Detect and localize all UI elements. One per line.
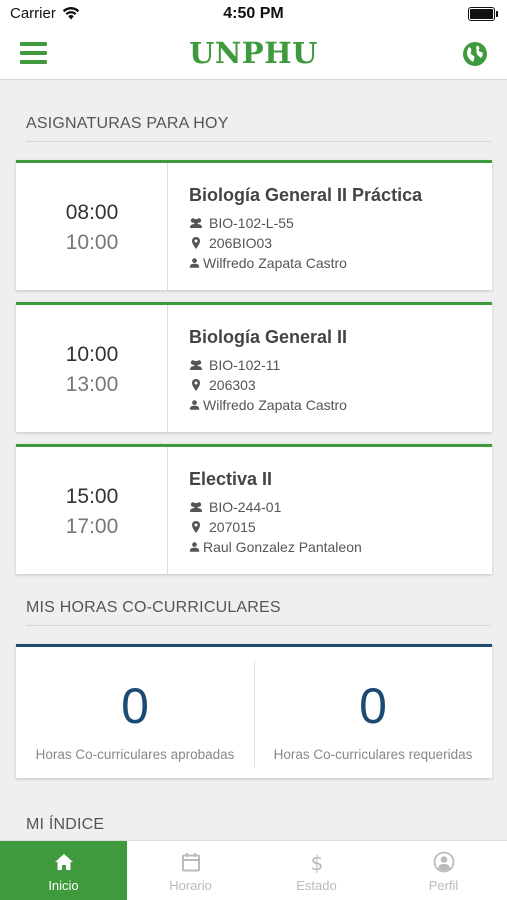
cocurricular-required: 0 Horas Co-curriculares requeridas — [254, 647, 492, 778]
course-start-time: 08:00 — [65, 201, 119, 224]
cocurricular-card: 0 Horas Co-curriculares aprobadas 0 Hora… — [16, 644, 492, 778]
course-info: Electiva II BIO-244-01 207015 Raul Gonza… — [189, 447, 486, 574]
course-name: Biología General II — [189, 327, 348, 347]
course-room: 206BIO03 — [209, 235, 273, 251]
approved-hours-label: Horas Co-curriculares aprobadas — [35, 747, 235, 762]
course-professor: Raul Gonzalez Pantaleon — [203, 539, 362, 555]
section-header-index: MI ÍNDICE — [26, 816, 105, 833]
course-room: 207015 — [209, 519, 256, 535]
course-professor-row: Wilfredo Zapata Castro — [189, 396, 347, 414]
course-room-row: 206303 — [189, 376, 256, 394]
tab-label: Estado — [296, 878, 337, 893]
course-professor: Wilfredo Zapata Castro — [203, 397, 347, 413]
course-professor-row: Wilfredo Zapata Castro — [189, 254, 347, 272]
map-marker-icon — [192, 379, 200, 391]
user-icon — [189, 400, 200, 410]
course-group-row: BIO-102-L-55 — [189, 214, 294, 232]
users-icon — [190, 502, 202, 512]
calendar-icon — [181, 853, 200, 872]
course-room-row: 206BIO03 — [189, 234, 272, 252]
course-card[interactable]: 15:00 17:00 Electiva II BIO-244-01 20701… — [16, 444, 492, 574]
course-professor-row: Raul Gonzalez Pantaleon — [189, 538, 362, 556]
course-room: 206303 — [209, 377, 256, 393]
course-group-row: BIO-102-11 — [189, 356, 280, 374]
user-icon — [189, 542, 200, 552]
course-time-block: 10:00 13:00 — [16, 305, 168, 432]
course-group-row: BIO-244-01 — [189, 498, 281, 516]
approved-hours-value: 0 — [121, 678, 149, 734]
battery-icon — [468, 7, 498, 21]
tab-estado[interactable]: $ Estado — [253, 841, 380, 900]
course-name: Biología General II Práctica — [189, 185, 423, 205]
course-info: Biología General II Práctica BIO-102-L-5… — [189, 163, 486, 290]
course-professor: Wilfredo Zapata Castro — [203, 255, 347, 271]
course-time-block: 15:00 17:00 — [16, 447, 168, 574]
tab-inicio[interactable]: Inicio — [0, 841, 127, 900]
map-marker-icon — [192, 237, 200, 249]
clock: 4:50 PM — [223, 5, 284, 22]
course-room-row: 207015 — [189, 518, 256, 536]
section-divider — [26, 141, 491, 142]
course-time-block: 08:00 10:00 — [16, 163, 168, 290]
section-divider — [26, 625, 491, 626]
required-hours-label: Horas Co-curriculares requeridas — [273, 747, 473, 762]
svg-text:$: $ — [310, 851, 323, 873]
tab-label: Inicio — [48, 878, 79, 893]
cocurricular-approved: 0 Horas Co-curriculares aprobadas — [16, 647, 254, 778]
course-info: Biología General II BIO-102-11 206303 Wi… — [189, 305, 486, 432]
status-bar: Carrier 4:50 PM — [0, 0, 507, 28]
home-icon — [54, 854, 73, 870]
course-end-time: 13:00 — [65, 373, 119, 396]
app-title: UNPHU — [189, 36, 318, 70]
tab-label: Horario — [169, 878, 212, 893]
user-icon — [189, 258, 200, 268]
tab-horario[interactable]: Horario — [127, 841, 254, 900]
users-icon — [190, 360, 202, 370]
course-start-time: 10:00 — [65, 343, 119, 366]
course-start-time: 15:00 — [65, 485, 119, 508]
dollar-icon: $ — [310, 851, 323, 873]
course-end-time: 17:00 — [65, 515, 119, 538]
section-header-today: ASIGNATURAS PARA HOY — [26, 115, 229, 132]
tab-perfil[interactable]: Perfil — [380, 841, 507, 900]
globe-icon[interactable] — [462, 41, 488, 67]
course-group: BIO-102-11 — [209, 357, 281, 373]
course-card[interactable]: 08:00 10:00 Biología General II Práctica… — [16, 160, 492, 290]
tab-bar: Inicio Horario $ Estado Perfil — [0, 840, 507, 900]
course-end-time: 10:00 — [65, 231, 119, 254]
course-group: BIO-244-01 — [209, 499, 282, 515]
course-card[interactable]: 10:00 13:00 Biología General II BIO-102-… — [16, 302, 492, 432]
user-circle-icon — [433, 851, 454, 873]
required-hours-value: 0 — [359, 678, 387, 734]
users-icon — [190, 218, 202, 228]
course-name: Electiva II — [189, 469, 273, 489]
nav-bar: UNPHU — [0, 28, 507, 80]
course-group: BIO-102-L-55 — [209, 215, 294, 231]
tab-label: Perfil — [428, 878, 459, 893]
section-header-cocurricular: MIS HORAS CO-CURRICULARES — [26, 599, 281, 616]
map-marker-icon — [192, 521, 200, 533]
